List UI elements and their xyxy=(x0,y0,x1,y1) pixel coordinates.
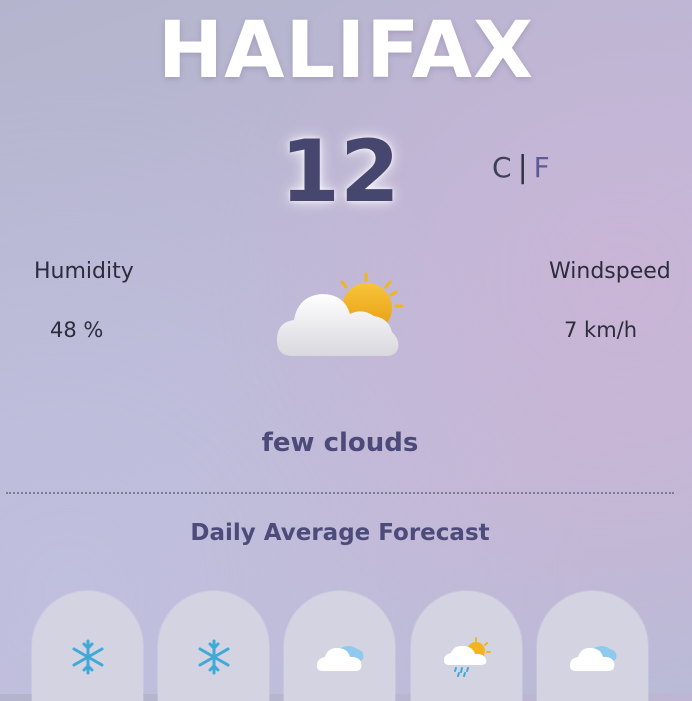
forecast-card-1[interactable] xyxy=(32,591,143,701)
forecast-card-5[interactable] xyxy=(537,591,648,701)
snowflake-icon xyxy=(198,639,230,675)
city-name: HALIFAX xyxy=(157,6,535,96)
rain-sun-cloud-icon xyxy=(443,637,491,677)
forecast-title: Daily Average Forecast xyxy=(190,520,490,546)
cloud-icon xyxy=(316,646,364,671)
snowflake-icon xyxy=(72,639,104,675)
forecast-card-4[interactable] xyxy=(411,591,522,701)
unit-toggle: C | F xyxy=(492,150,550,185)
windspeed-label: Windspeed xyxy=(549,259,671,284)
humidity-value: 48 % xyxy=(50,318,104,342)
humidity-label: Humidity xyxy=(34,259,134,284)
celsius-toggle[interactable]: C xyxy=(492,151,512,184)
few-clouds-icon xyxy=(270,268,410,363)
divider xyxy=(6,492,674,494)
weather-description: few clouds xyxy=(261,428,419,458)
cloud-icon xyxy=(569,646,617,671)
forecast-card-3[interactable] xyxy=(284,591,395,701)
forecast-card-2[interactable] xyxy=(158,591,269,701)
windspeed-value: 7 km/h xyxy=(564,318,638,342)
current-temperature: 12 xyxy=(280,122,400,222)
fahrenheit-toggle[interactable]: F xyxy=(534,151,550,184)
unit-separator: | xyxy=(517,150,528,185)
